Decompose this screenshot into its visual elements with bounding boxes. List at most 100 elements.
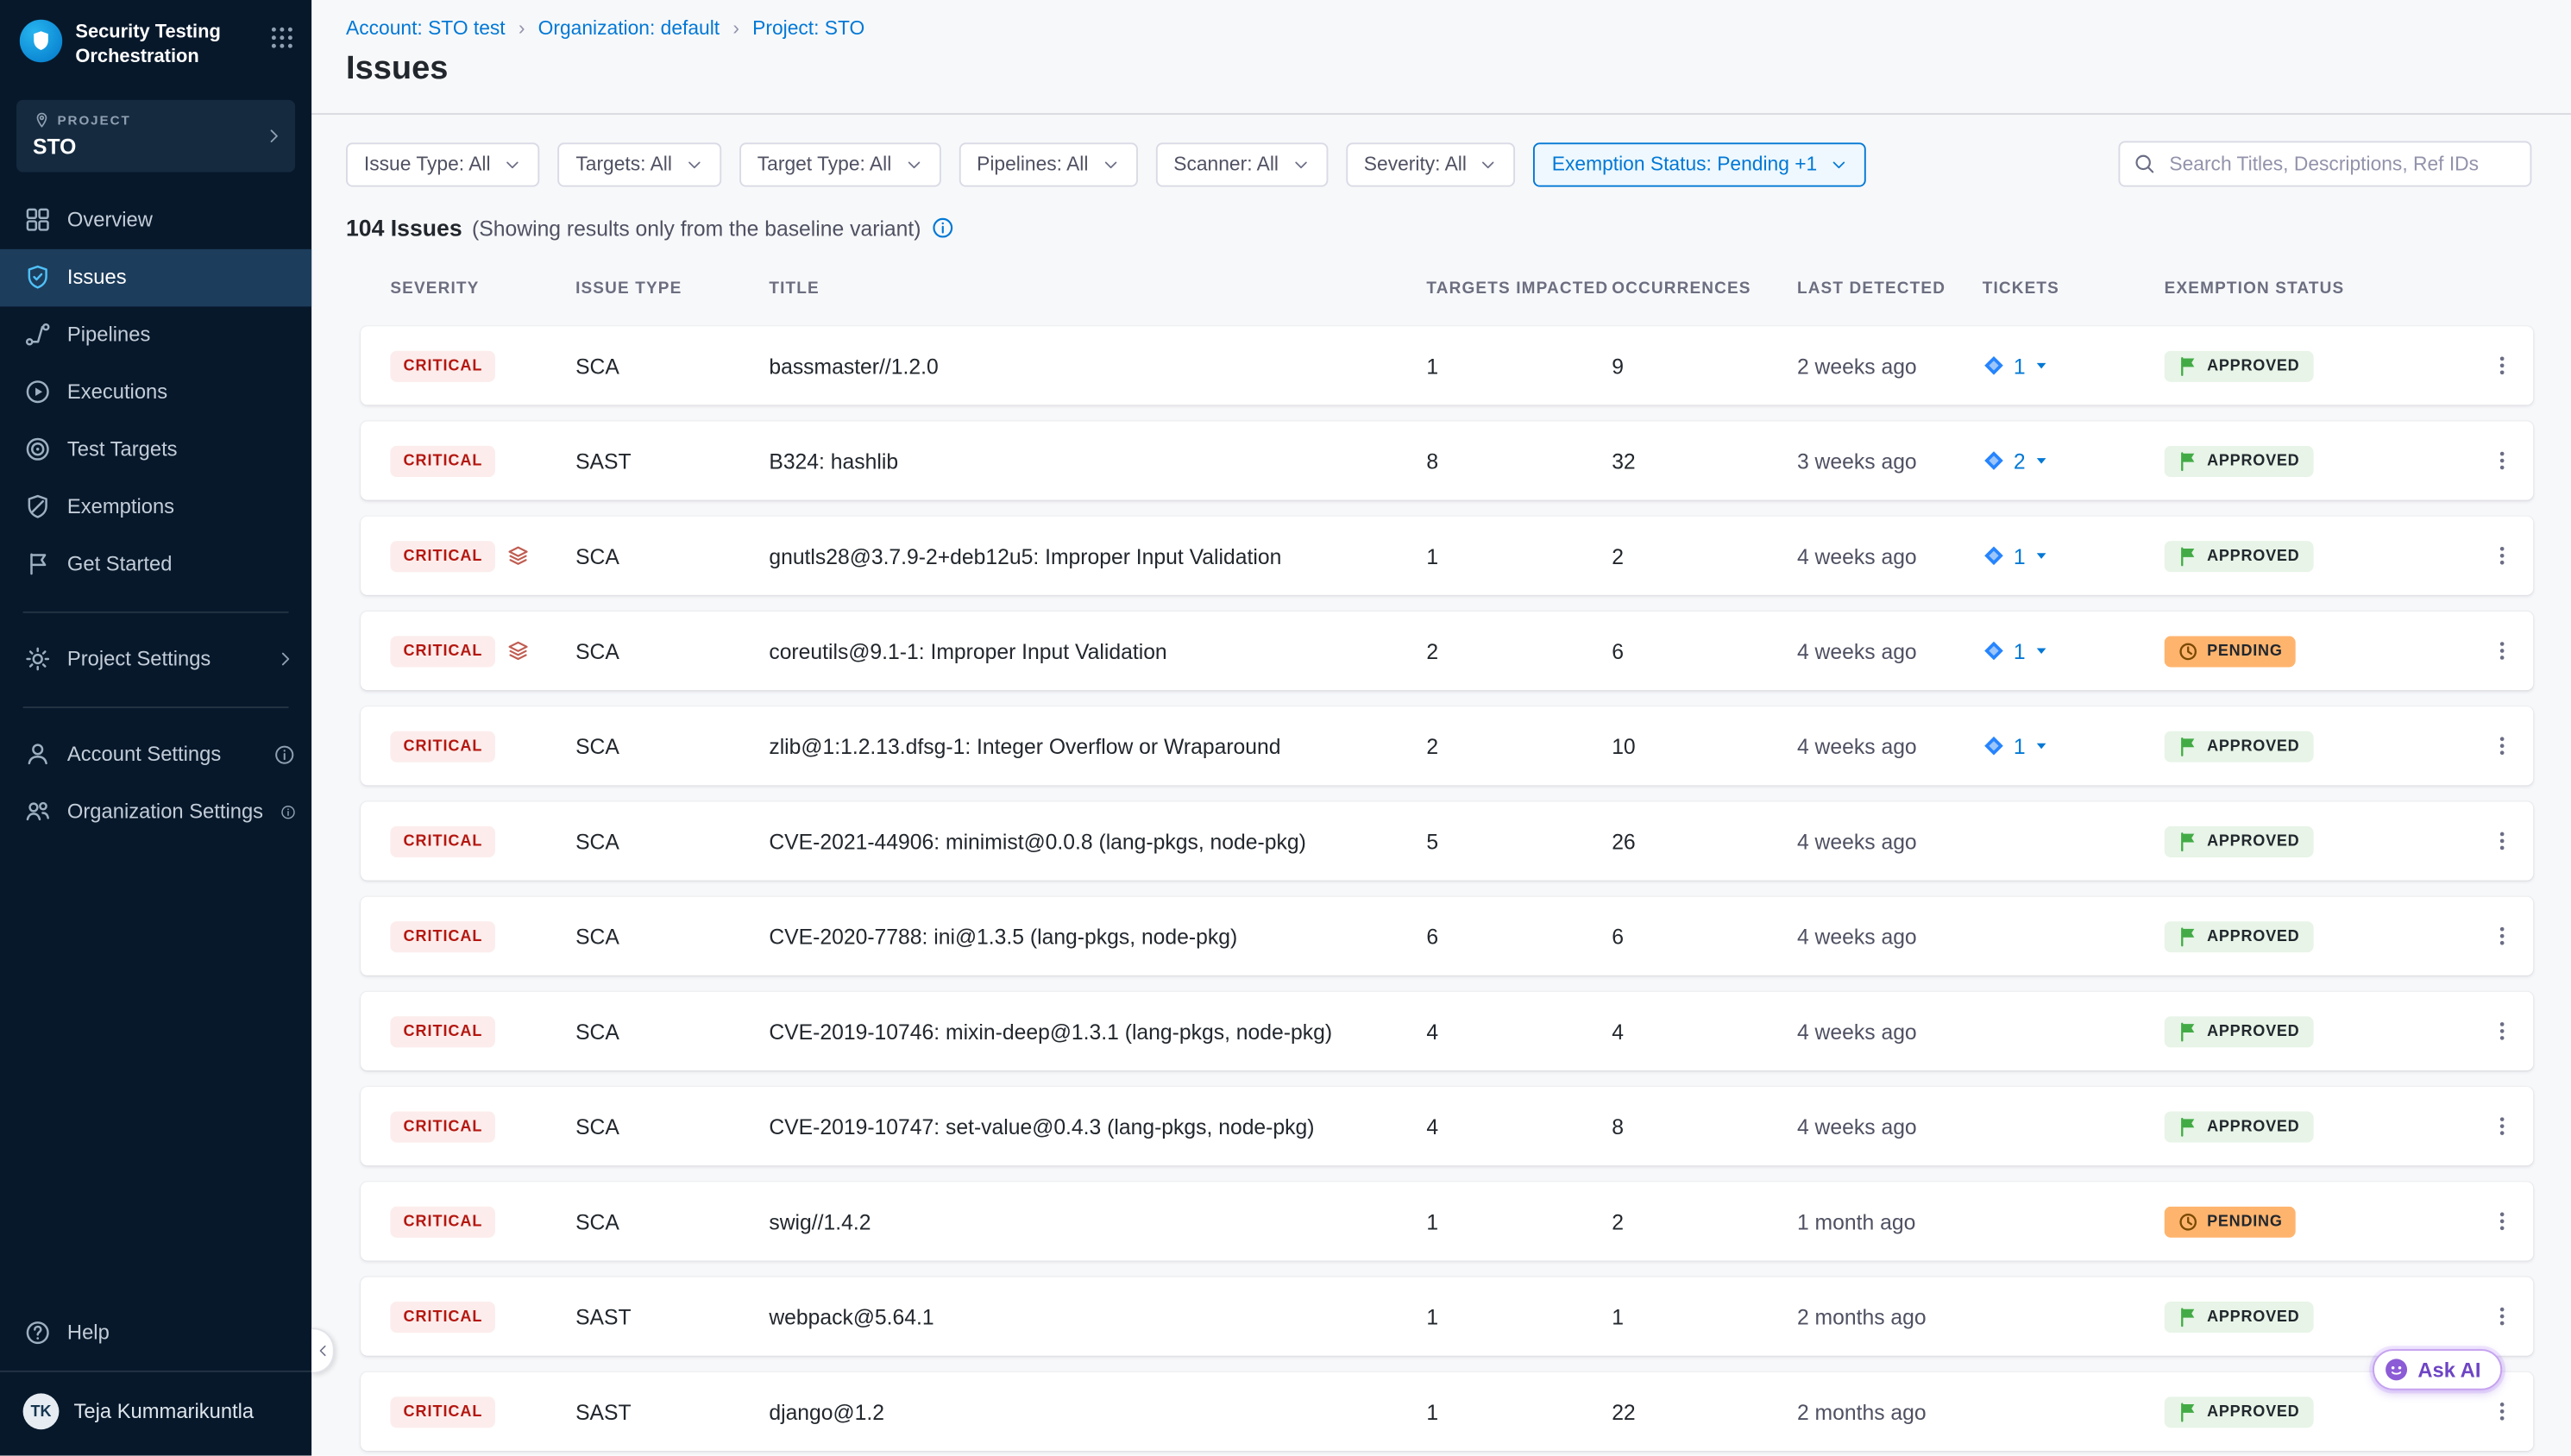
organization-icon bbox=[25, 799, 51, 825]
row-menu-kebab[interactable] bbox=[2484, 728, 2520, 764]
avatar: TK bbox=[23, 1393, 60, 1429]
project-selector[interactable]: PROJECT STO bbox=[16, 100, 295, 173]
filter-pipelines[interactable]: Pipelines: All bbox=[959, 141, 1137, 185]
info-icon[interactable] bbox=[280, 801, 295, 823]
table-row[interactable]: CRITICAL SCA CVE-2019-10747: set-value@0… bbox=[361, 1087, 2533, 1165]
chevron-down-icon bbox=[1102, 155, 1120, 173]
help-icon bbox=[25, 1319, 51, 1345]
table-row[interactable]: CRITICAL SAST webpack@5.64.1 1 1 2 month… bbox=[361, 1277, 2533, 1355]
row-menu-kebab[interactable] bbox=[2484, 918, 2520, 954]
last-detected-value: 4 weeks ago bbox=[1797, 829, 1983, 854]
targets-impacted-value: 4 bbox=[1426, 1114, 1612, 1139]
overview-icon bbox=[25, 207, 51, 233]
exemption-status-badge: APPROVED bbox=[2165, 731, 2313, 762]
sidebar-item-test-targets[interactable]: Test Targets bbox=[0, 421, 311, 479]
severity-badge: CRITICAL bbox=[390, 635, 495, 666]
filter-exemption-status[interactable]: Exemption Status: Pending +1 bbox=[1534, 141, 1866, 185]
last-detected-value: 4 weeks ago bbox=[1797, 733, 1983, 758]
table-row[interactable]: CRITICAL SCA CVE-2020-7788: ini@1.3.5 (l… bbox=[361, 897, 2533, 976]
kebab-icon bbox=[2491, 355, 2514, 378]
targets-impacted-value: 4 bbox=[1426, 1019, 1612, 1044]
app-root: Security Testing Orchestration PROJECT S… bbox=[0, 0, 2571, 1456]
table-row[interactable]: CRITICAL SCA coreutils@9.1-1: Improper I… bbox=[361, 612, 2533, 690]
table-row[interactable]: CRITICAL SCA CVE-2021-44906: minimist@0.… bbox=[361, 801, 2533, 880]
row-menu-kebab[interactable] bbox=[2484, 1298, 2520, 1334]
table-row[interactable]: CRITICAL SCA gnutls28@3.7.9-2+deb12u5: I… bbox=[361, 517, 2533, 595]
divider bbox=[23, 706, 289, 708]
sidebar-item-issues[interactable]: Issues bbox=[0, 249, 311, 307]
ticket-link[interactable]: 1 bbox=[1983, 354, 2165, 379]
row-menu-kebab[interactable] bbox=[2484, 633, 2520, 669]
exemption-status-badge: PENDING bbox=[2165, 635, 2296, 666]
row-menu-kebab[interactable] bbox=[2484, 1108, 2520, 1145]
filter-issue-type[interactable]: Issue Type: All bbox=[346, 141, 540, 185]
sidebar-item-pipelines[interactable]: Pipelines bbox=[0, 306, 311, 364]
app-title: Security Testing Orchestration bbox=[75, 20, 255, 71]
filter-target-type[interactable]: Target Type: All bbox=[739, 141, 940, 185]
filter-toolbar: Issue Type: All Targets: All Target Type… bbox=[311, 115, 2571, 187]
table-row[interactable]: CRITICAL SAST B324: hashlib 8 32 3 weeks… bbox=[361, 421, 2533, 499]
search-input[interactable] bbox=[2118, 141, 2531, 186]
sidebar-item-project-settings[interactable]: Project Settings bbox=[0, 631, 311, 688]
exemption-status-badge: APPROVED bbox=[2165, 445, 2313, 476]
sidebar-item-help[interactable]: Help bbox=[0, 1303, 311, 1361]
row-menu-kebab[interactable] bbox=[2484, 1014, 2520, 1050]
occurrences-value: 10 bbox=[1612, 733, 1797, 758]
row-menu-kebab[interactable] bbox=[2484, 1393, 2520, 1429]
info-icon[interactable] bbox=[931, 217, 954, 240]
ticket-link[interactable]: 2 bbox=[1983, 449, 2165, 474]
filter-severity[interactable]: Severity: All bbox=[1346, 141, 1516, 185]
exemption-status-badge: APPROVED bbox=[2165, 1111, 2313, 1142]
ticket-link[interactable]: 1 bbox=[1983, 733, 2165, 758]
row-menu-kebab[interactable] bbox=[2484, 1203, 2520, 1239]
module-grid-icon[interactable] bbox=[269, 25, 295, 51]
breadcrumb-project[interactable]: Project: STO bbox=[720, 16, 864, 40]
row-menu-kebab[interactable] bbox=[2484, 348, 2520, 384]
table-row[interactable]: CRITICAL SCA bassmaster//1.2.0 1 9 2 wee… bbox=[361, 326, 2533, 405]
sidebar-item-get-started[interactable]: Get Started bbox=[0, 536, 311, 593]
sidebar-item-executions[interactable]: Executions bbox=[0, 364, 311, 422]
targets-impacted-value: 1 bbox=[1426, 1304, 1612, 1329]
filter-targets[interactable]: Targets: All bbox=[557, 141, 720, 185]
ticket-link[interactable]: 1 bbox=[1983, 543, 2165, 568]
caret-down-icon bbox=[2034, 643, 2050, 659]
chevron-down-icon bbox=[1292, 155, 1310, 173]
row-menu-kebab[interactable] bbox=[2484, 823, 2520, 859]
sidebar-item-overview[interactable]: Overview bbox=[0, 191, 311, 249]
table-row[interactable]: CRITICAL SAST django@1.2 1 22 2 months a… bbox=[361, 1372, 2533, 1451]
breadcrumb-organization[interactable]: Organization: default bbox=[506, 16, 720, 40]
page-title: Issues bbox=[346, 51, 2531, 89]
filter-scanner[interactable]: Scanner: All bbox=[1155, 141, 1328, 185]
issue-type: SAST bbox=[575, 449, 769, 474]
layers-icon bbox=[507, 639, 531, 662]
breadcrumb-account[interactable]: Account: STO test bbox=[346, 16, 506, 40]
issue-title: bassmaster//1.2.0 bbox=[769, 354, 1426, 379]
user-profile[interactable]: TK Teja Kummarikuntla bbox=[0, 1372, 311, 1456]
targets-impacted-value: 5 bbox=[1426, 829, 1612, 854]
ticket-link[interactable]: 1 bbox=[1983, 638, 2165, 663]
chevron-down-icon bbox=[504, 155, 522, 173]
ticket-count: 2 bbox=[2014, 449, 2026, 474]
sidebar-item-account-settings[interactable]: Account Settings bbox=[0, 726, 311, 784]
exemption-status-badge: APPROVED bbox=[2165, 1396, 2313, 1427]
info-icon[interactable] bbox=[273, 744, 295, 766]
issue-title: gnutls28@3.7.9-2+deb12u5: Improper Input… bbox=[769, 543, 1426, 568]
jira-ticket-icon bbox=[1983, 355, 2006, 378]
table-row[interactable]: CRITICAL SCA swig//1.4.2 1 2 1 month ago bbox=[361, 1182, 2533, 1260]
table-row[interactable]: CRITICAL SCA CVE-2019-10746: mixin-deep@… bbox=[361, 992, 2533, 1070]
sidebar-item-exemptions[interactable]: Exemptions bbox=[0, 479, 311, 537]
table-row[interactable]: CRITICAL SCA zlib@1:1.2.13.dfsg-1: Integ… bbox=[361, 706, 2533, 785]
row-menu-kebab[interactable] bbox=[2484, 537, 2520, 574]
row-menu-kebab[interactable] bbox=[2484, 442, 2520, 479]
col-issue-type: ISSUE TYPE bbox=[575, 280, 769, 298]
exemption-status-badge: APPROVED bbox=[2165, 540, 2313, 571]
targets-impacted-value: 2 bbox=[1426, 733, 1612, 758]
severity-badge: CRITICAL bbox=[390, 540, 495, 571]
kebab-icon bbox=[2491, 830, 2514, 853]
issue-type: SAST bbox=[575, 1304, 769, 1329]
issue-title: CVE-2019-10747: set-value@0.4.3 (lang-pk… bbox=[769, 1114, 1426, 1139]
account-icon bbox=[25, 742, 51, 768]
sidebar-item-organization-settings[interactable]: Organization Settings bbox=[0, 783, 311, 841]
severity-badge: CRITICAL bbox=[390, 731, 495, 762]
ask-ai-button[interactable]: Ask AI bbox=[2372, 1349, 2502, 1390]
